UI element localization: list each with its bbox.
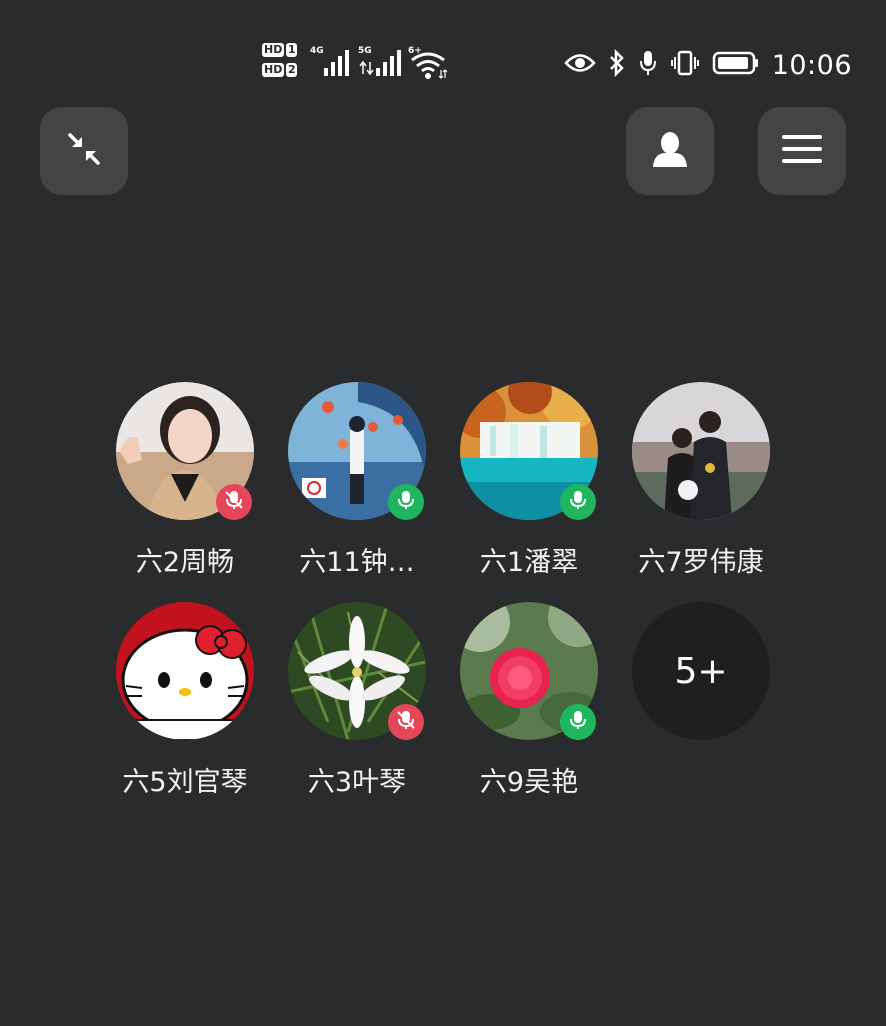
participant-name: 六9吴艳 xyxy=(479,767,579,798)
wifi-icon: 6+ xyxy=(408,46,448,84)
mic-muted-indicator xyxy=(216,484,252,520)
avatar xyxy=(632,382,770,520)
mic-on-indicator xyxy=(560,704,596,740)
hd-indicators: HD 1 HD 2 xyxy=(262,42,304,82)
hd2-label: HD xyxy=(262,63,285,77)
mic-on-icon xyxy=(395,489,417,515)
signal-5g-icon: 5G xyxy=(358,46,402,82)
wifi-label: 6+ xyxy=(408,46,422,56)
mic-on-indicator xyxy=(560,484,596,520)
battery-icon xyxy=(712,50,760,80)
eye-icon xyxy=(563,52,596,78)
hd-sim2-badge: HD 2 xyxy=(262,62,304,78)
microphone-status-icon xyxy=(638,49,658,81)
mic-muted-indicator xyxy=(388,704,424,740)
mic-muted-icon xyxy=(395,709,417,735)
status-bar: HD 1 HD 2 4G 5G 6+ 10:06 xyxy=(0,0,886,110)
signal-4g-icon: 4G xyxy=(310,46,352,82)
signal-5g-label: 5G xyxy=(358,46,372,56)
minimize-arrows-icon xyxy=(64,129,104,173)
participant-name: 六11钟… xyxy=(299,547,415,578)
participant-name: 六2周畅 xyxy=(135,547,235,578)
mic-on-indicator xyxy=(388,484,424,520)
clock: 10:06 xyxy=(771,49,852,81)
more-participants-count: 5+ xyxy=(632,602,770,740)
hd1-label: HD xyxy=(262,43,285,57)
menu-button[interactable] xyxy=(758,107,846,195)
minimize-button[interactable] xyxy=(40,107,128,195)
hd2-number: 2 xyxy=(286,63,298,77)
contact-button[interactable] xyxy=(626,107,714,195)
mic-on-icon xyxy=(567,709,589,735)
mic-muted-icon xyxy=(223,489,245,515)
bluetooth-icon xyxy=(608,48,626,81)
participant-name: 六3叶琴 xyxy=(307,767,407,798)
signal-4g-label: 4G xyxy=(310,46,324,56)
person-icon xyxy=(650,129,690,173)
participant-name: 六1潘翠 xyxy=(479,547,579,578)
avatar xyxy=(116,602,254,740)
status-right-group: 10:06 xyxy=(563,48,852,82)
participant-name: 六5刘官琴 xyxy=(122,767,248,798)
hd1-number: 1 xyxy=(286,43,298,57)
hamburger-menu-icon xyxy=(780,131,824,171)
participant-name: 六7罗伟康 xyxy=(638,547,764,578)
vibrate-icon xyxy=(670,49,700,81)
mic-on-icon xyxy=(567,489,589,515)
hd-sim1-badge: HD 1 xyxy=(262,42,304,58)
